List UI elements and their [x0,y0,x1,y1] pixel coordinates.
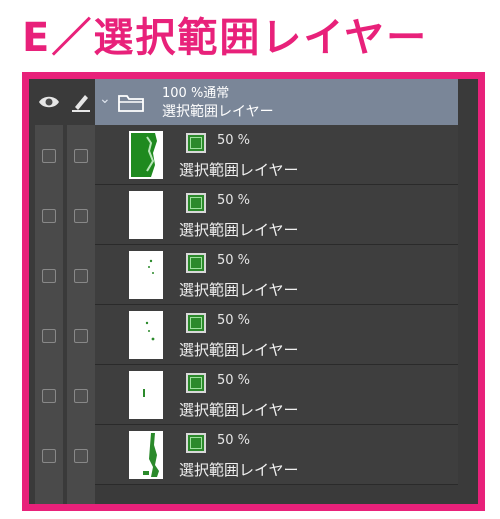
layer-thumbnail [129,311,163,359]
layer-opacity: 50 % [217,373,251,388]
visibility-checkbox[interactable] [42,449,56,463]
layer-name[interactable]: 選択範囲レイヤー [179,339,299,360]
layer-color-swatch [186,253,206,273]
folder-blend-mode: 100 %通常 [162,86,230,101]
layer-panel: ⌄ 100 %通常 選択範囲レイヤー 50 % 選択範囲レイヤー 50 % 選択… [29,79,478,504]
layer-name[interactable]: 選択範囲レイヤー [179,279,299,300]
layer-opacity: 50 % [217,193,251,208]
folder-icon [118,95,144,112]
layer-thumbnail [129,251,163,299]
chevron-down-icon[interactable]: ⌄ [99,91,111,107]
layer-color-swatch [186,133,206,153]
page-heading: E／選択範囲レイヤー [22,15,429,61]
lock-checkbox[interactable] [74,449,88,463]
lock-checkbox[interactable] [74,149,88,163]
layer-color-swatch [186,433,206,453]
layer-row[interactable]: 50 % 選択範囲レイヤー [29,185,478,245]
layer-row[interactable]: 50 % 選択範囲レイヤー [29,245,478,305]
layer-color-swatch [186,313,206,333]
layer-row[interactable]: 50 % 選択範囲レイヤー [29,305,478,365]
highlight-frame: ⌄ 100 %通常 選択範囲レイヤー 50 % 選択範囲レイヤー 50 % 選択… [22,72,485,511]
layer-row[interactable]: 50 % 選択範囲レイヤー [29,125,478,185]
layer-opacity: 50 % [217,133,251,148]
folder-name[interactable]: 選択範囲レイヤー [162,101,274,121]
layer-row[interactable]: 50 % 選択範囲レイヤー [29,365,478,425]
lock-checkbox[interactable] [74,209,88,223]
folder-row[interactable]: ⌄ 100 %通常 選択範囲レイヤー [29,79,478,125]
pen-icon[interactable] [69,91,93,113]
layer-thumbnail [129,131,163,179]
lock-checkbox[interactable] [74,269,88,283]
scrollbar[interactable] [458,79,478,504]
visibility-checkbox[interactable] [42,269,56,283]
folder-header[interactable] [95,79,458,125]
layer-color-swatch [186,373,206,393]
visibility-checkbox[interactable] [42,149,56,163]
layer-thumbnail [129,191,163,239]
visibility-checkbox[interactable] [42,389,56,403]
lock-checkbox[interactable] [74,389,88,403]
lock-checkbox[interactable] [74,329,88,343]
layer-opacity: 50 % [217,253,251,268]
layer-name[interactable]: 選択範囲レイヤー [179,399,299,420]
layer-row[interactable]: 50 % 選択範囲レイヤー [29,425,478,485]
layer-thumbnail [129,431,163,479]
eye-icon[interactable] [37,91,61,113]
layer-name[interactable]: 選択範囲レイヤー [179,459,299,480]
visibility-checkbox[interactable] [42,209,56,223]
layer-opacity: 50 % [217,313,251,328]
layer-name[interactable]: 選択範囲レイヤー [179,219,299,240]
visibility-checkbox[interactable] [42,329,56,343]
layer-thumbnail [129,371,163,419]
layer-color-swatch [186,193,206,213]
layer-opacity: 50 % [217,433,251,448]
layer-name[interactable]: 選択範囲レイヤー [179,159,299,180]
